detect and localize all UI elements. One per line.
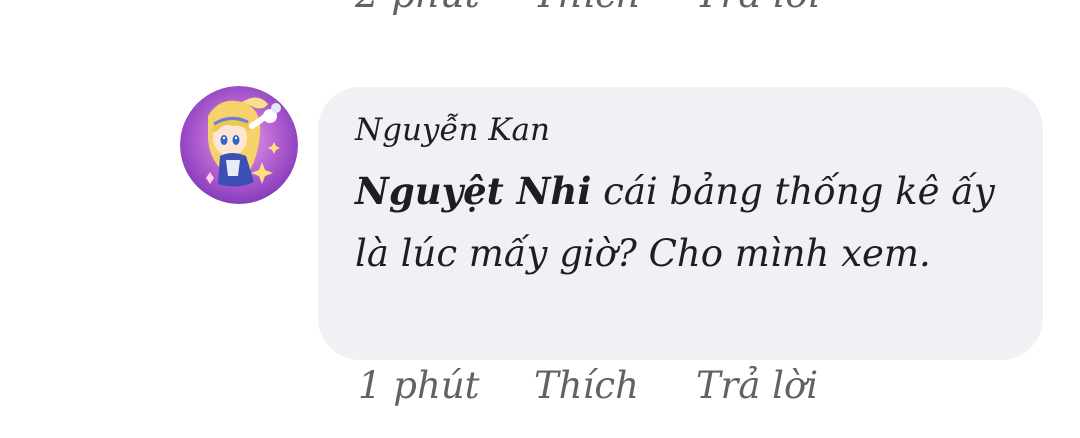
previous-comment-reply-link[interactable]: Trả lời	[695, 0, 820, 16]
comment-time: 1 phút	[358, 364, 480, 407]
comment-author-name[interactable]: Nguyễn Kan	[355, 112, 550, 148]
avatar[interactable]	[180, 86, 298, 204]
previous-comment-time: 2 phút	[355, 0, 533, 16]
reply-link[interactable]: Trả lời	[696, 364, 818, 407]
previous-comment-actions: 2 phút Thích Trả lời	[355, 0, 820, 16]
like-link[interactable]: Thích	[534, 364, 696, 407]
avatar-image	[180, 86, 298, 204]
comment-actions: 1 phút Thích Trả lời	[358, 364, 818, 407]
comment-body: Nguyệt Nhi cái bảng thống kê ấy là lúc m…	[355, 160, 995, 285]
mention-link[interactable]: Nguyệt Nhi	[355, 169, 591, 213]
previous-comment-like-link[interactable]: Thích	[533, 0, 695, 16]
